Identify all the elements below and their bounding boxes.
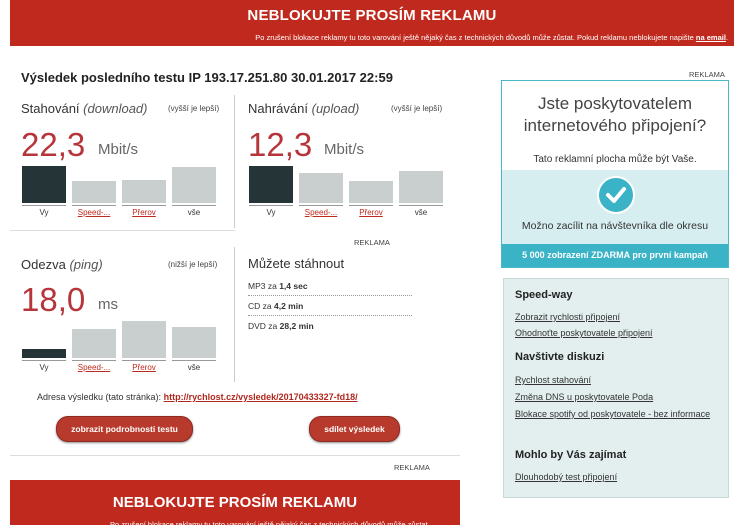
download-bar <box>22 166 66 203</box>
download-bar-label: Vy <box>39 208 49 217</box>
adblock-banner-subtitle: Po zrušení blokace reklamy tu toto varov… <box>255 33 728 42</box>
download-bar-label: vše <box>187 208 201 217</box>
upload-bar-label[interactable]: Speed-... <box>299 208 343 217</box>
links-section-title: Mohlo by Vás zajímat <box>515 449 627 461</box>
show-details-button[interactable]: zobrazit podrobnosti testu <box>56 416 193 442</box>
upload-bar <box>349 181 393 203</box>
ad-target-text: Možno zacílit na návštevníka dle okresu <box>521 220 709 232</box>
adblock-banner: NEBLOKUJTE PROSÍM REKLAMU Po zrušení blo… <box>10 0 734 46</box>
links-section-title: Navštivte diskuzi <box>515 351 605 363</box>
ping-title: Odezva (ping) <box>21 257 103 272</box>
download-bar-label[interactable]: Speed-... <box>72 208 116 217</box>
bar-underline <box>249 205 293 206</box>
upload-bar-label: vše <box>414 208 428 217</box>
upload-title: Nahrávání (upload) <box>248 101 360 116</box>
ping-bar-label[interactable]: Speed-... <box>72 363 116 372</box>
share-result-button[interactable]: sdílet výsledek <box>309 416 400 442</box>
ad-label: REKLAMA <box>354 238 390 247</box>
adblock-banner-title: NEBLOKUJTE PROSÍM REKLAMU <box>112 494 358 511</box>
ad-cta-button[interactable]: 5 000 zobrazení ZDARMA pro první kampaň <box>502 244 728 267</box>
ping-unit: ms <box>98 296 118 313</box>
ping-bar-label[interactable]: Přerov <box>122 363 166 372</box>
download-bar <box>72 181 116 203</box>
downloads-title: Můžete stáhnout <box>248 256 345 271</box>
adblock-banner-title: NEBLOKUJTE PROSÍM REKLAMU <box>247 7 497 24</box>
bar-underline <box>22 360 66 361</box>
bar-underline <box>122 360 166 361</box>
bar-underline <box>22 205 66 206</box>
divider <box>234 95 235 228</box>
divider <box>10 455 460 456</box>
links-panel: Speed-way Zobrazit rychlosti připojení O… <box>503 278 729 498</box>
ping-bar <box>172 327 216 358</box>
ping-bar-label: Vy <box>39 363 49 372</box>
ping-bar <box>22 349 66 358</box>
download-estimate-dvd: DVD za 28,2 min <box>248 321 314 331</box>
upload-unit: Mbit/s <box>324 141 365 158</box>
result-title: Výsledek posledního testu IP 193.17.251.… <box>21 70 393 85</box>
upload-bar-label: Vy <box>266 208 276 217</box>
ping-bar <box>72 329 116 358</box>
ad-heading: Jste poskytovatelem internetového připoj… <box>523 94 707 135</box>
links-section-title: Speed-way <box>515 289 573 301</box>
divider <box>10 230 235 231</box>
provider-ad[interactable]: Jste poskytovatelem internetového připoj… <box>501 80 729 268</box>
bar-underline <box>349 205 393 206</box>
link-show-speeds[interactable]: Zobrazit rychlosti připojení <box>515 311 715 324</box>
link-download-speed[interactable]: Rychlost stahování <box>515 374 715 387</box>
upload-bar <box>299 173 343 203</box>
download-estimate-cd: CD za 4,2 min <box>248 301 304 311</box>
download-bar <box>122 180 166 203</box>
divider <box>234 247 235 382</box>
bar-underline <box>172 205 216 206</box>
adblock-banner-bottom: NEBLOKUJTE PROSÍM REKLAMU Po zrušení blo… <box>10 480 460 529</box>
result-address: Adresa výsledku (tato stránka): http://r… <box>37 392 358 402</box>
ping-bar <box>122 321 166 358</box>
upload-bar-label[interactable]: Přerov <box>349 208 393 217</box>
download-hint: (vyšší je lepší) <box>168 104 220 113</box>
bar-underline <box>299 205 343 206</box>
link-dns-change[interactable]: Změna DNS u poskytovatele Poda <box>515 391 715 404</box>
ad-label: REKLAMA <box>394 463 430 472</box>
divider <box>248 295 412 296</box>
upload-bar <box>249 166 293 203</box>
ad-label: REKLAMA <box>689 70 725 79</box>
bar-underline <box>399 205 443 206</box>
email-link[interactable]: na email <box>696 33 726 42</box>
ping-bar-label: vše <box>187 363 201 372</box>
link-long-term-test[interactable]: Dlouhodobý test připojení <box>515 471 715 484</box>
ping-hint: (nižší je lepší) <box>168 260 218 269</box>
bar-underline <box>122 205 166 206</box>
bar-underline <box>72 205 116 206</box>
checkmark-icon <box>597 176 635 214</box>
divider <box>248 315 412 316</box>
result-url-link[interactable]: http://rychlost.cz/vysledek/20170433327-… <box>164 392 358 402</box>
download-unit: Mbit/s <box>98 141 139 158</box>
upload-bar <box>399 171 443 203</box>
upload-hint: (vyšší je lepší) <box>391 104 443 113</box>
bar-underline <box>72 360 116 361</box>
link-rate-provider[interactable]: Ohodnoťte poskytovatele připojení <box>515 327 715 340</box>
bar-underline <box>172 360 216 361</box>
ad-subheading: Tato reklamní plocha může být Vaše. <box>533 154 697 165</box>
download-title: Stahování (download) <box>21 101 148 116</box>
download-bar <box>172 167 216 203</box>
link-spotify-block[interactable]: Blokace spotify od poskytovatele - bez i… <box>515 408 715 421</box>
download-bar-label[interactable]: Přerov <box>122 208 166 217</box>
download-estimate-mp3: MP3 za 1,4 sec <box>248 281 308 291</box>
ping-value: 18,0 <box>21 281 86 318</box>
upload-value: 12,3 <box>248 126 313 163</box>
download-value: 22,3 <box>21 126 86 163</box>
